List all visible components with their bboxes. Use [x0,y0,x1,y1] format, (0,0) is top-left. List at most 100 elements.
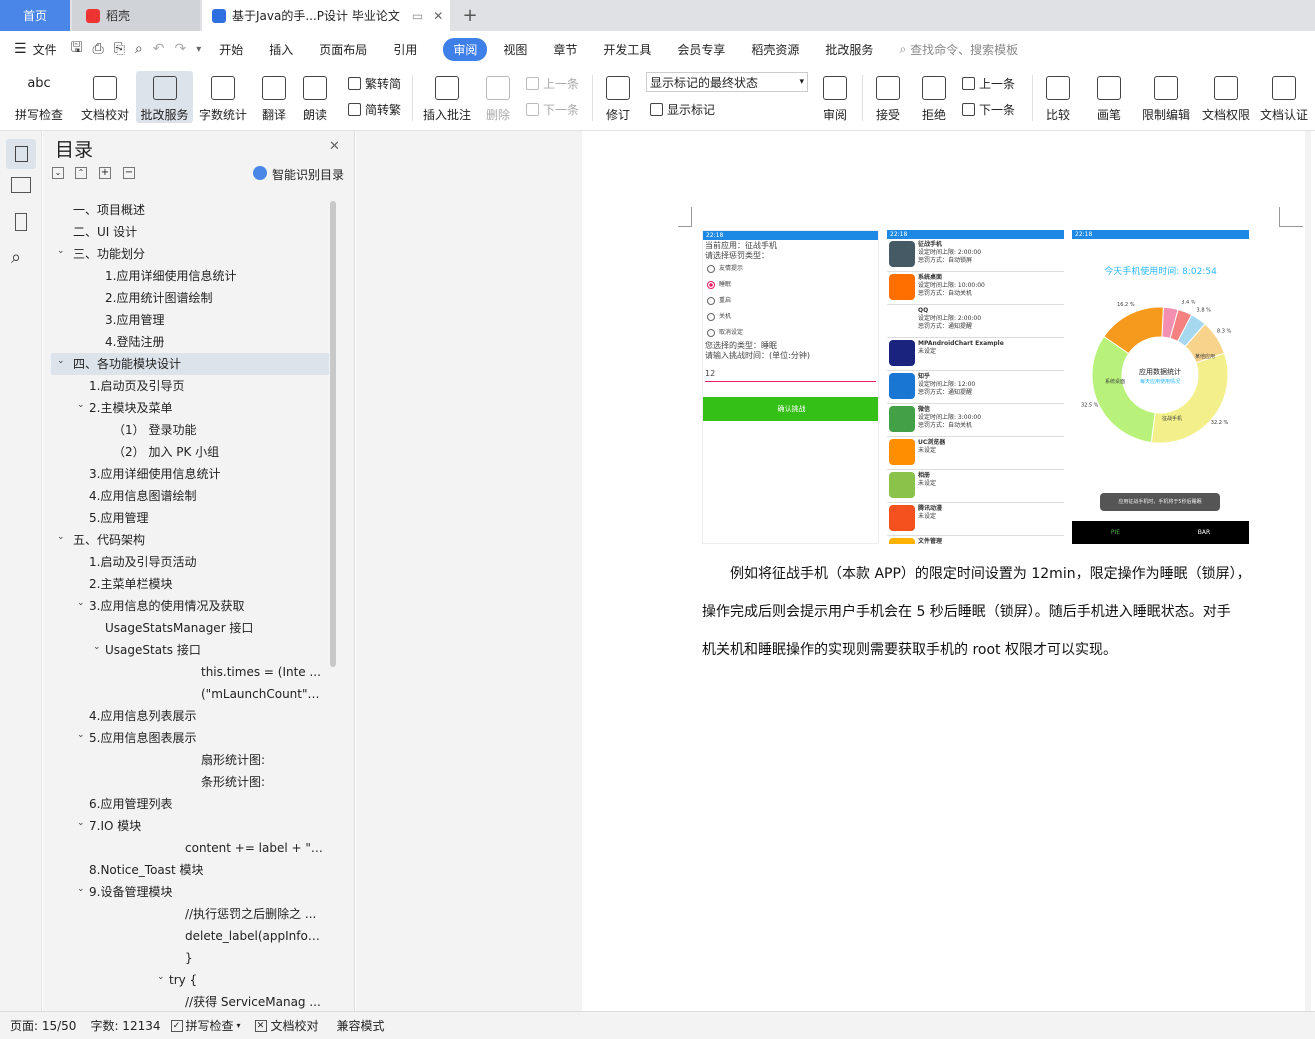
toc-item[interactable]: 扇形统计图: [201,749,265,771]
app-list-item[interactable]: UC浏览器 未设定 [887,437,1064,470]
toc-expand-icon[interactable]: ⌄ [77,884,87,894]
smart-toc-button[interactable]: 智能识别目录 [272,166,344,183]
toc-expand-icon[interactable]: ⌄ [57,246,67,256]
chapter-nav-icon[interactable] [11,177,31,193]
toc-item[interactable]: 二、UI 设计 [73,221,137,243]
doc-auth-button[interactable]: 文档认证 [1256,71,1312,123]
doc-permission-button[interactable]: 文档权限 [1198,71,1254,123]
print-icon[interactable]: ⎘ [114,41,125,57]
app-list-item[interactable]: MPAndroidChart Example 未设定 [887,338,1064,371]
menu-correction[interactable]: 批改服务 [825,41,873,58]
toc-item[interactable]: （2） 加入 PK 小组 [113,441,219,463]
app-list-item[interactable]: 腾讯动漫 未设定 [887,503,1064,536]
confirm-challenge-button[interactable]: 确认挑战 [703,397,878,421]
expand-level-icon[interactable]: ⌃ [75,167,87,179]
save-icon[interactable]: 🖫 [71,37,83,61]
spell-check-status[interactable]: ✓ 拼写检查 ▾ [170,1017,241,1034]
app-list-item[interactable]: 相册 未设定 [887,470,1064,503]
toc-expand-icon[interactable]: ⌄ [93,642,103,652]
toc-item[interactable]: } [185,947,193,969]
page-indicator[interactable]: 页面: 15/50 [10,1017,76,1034]
restrict-editing-button[interactable]: 限制编辑 [1138,71,1194,123]
read-aloud-button[interactable]: 朗读 [298,71,332,123]
tab-document[interactable]: 基于Java的手...P设计 毕业论文 ▭ ✕ [202,0,450,31]
menu-layout[interactable]: 页面布局 [319,41,367,58]
bookmark-icon[interactable] [15,213,27,231]
translate-button[interactable]: 翻译 [254,71,294,123]
toc-scrollbar[interactable] [330,201,336,667]
toc-item[interactable]: 3.应用信息的使用情况及获取 [89,595,244,617]
accept-button[interactable]: 接受 [868,71,908,123]
penalty-radio-option[interactable]: 取消设定 [705,325,876,341]
toc-item[interactable]: 2.应用统计图谱绘制 [105,287,212,309]
menu-file[interactable]: 文件 [33,41,57,58]
app-list-item[interactable]: 系统桌面 设定时间上限: 10:00:00 惩罚方式：自动关机 [887,272,1064,305]
penalty-radio-option[interactable]: 重启 [705,293,876,309]
delete-comment-button[interactable]: 删除 [480,71,516,123]
tab-float-icon[interactable]: ▭ [412,9,423,23]
toc-item[interactable]: （1） 登录功能 [113,419,196,441]
export-pdf-icon[interactable]: ⎙ [93,41,104,57]
toc-item[interactable]: //获得 ServiceManag ... [185,991,321,1011]
prev-change-button[interactable]: 上一条 [962,75,1015,92]
toc-item[interactable]: 1.启动及引导页活动 [89,551,196,573]
toc-item[interactable]: 2.主模块及菜单 [89,397,172,419]
find-icon[interactable]: ⌕ [11,247,31,268]
pen-button[interactable]: 画笔 [1090,71,1128,123]
print-preview-icon[interactable]: ⌕ [135,41,143,57]
toc-item[interactable]: 4.登陆注册 [105,331,164,353]
menu-devtools[interactable]: 开发工具 [603,41,651,58]
word-count-button[interactable]: 字数统计 [196,71,250,123]
toc-item[interactable]: 3.应用管理 [105,309,164,331]
toc-item[interactable]: 3.应用详细使用信息统计 [89,463,220,485]
trad-to-simp-button[interactable]: 繁转简 [348,75,401,92]
show-markup-button[interactable]: 显示标记 [650,101,715,118]
simp-to-trad-button[interactable]: 简转繁 [348,101,401,118]
app-list-item[interactable]: 文件管理 [887,536,1064,544]
penalty-radio-option[interactable]: 睡眠 [705,277,876,293]
toc-expand-icon[interactable]: ⌄ [77,598,87,608]
toc-item[interactable]: 1.启动页及引导页 [89,375,184,397]
review-pane-button[interactable]: 审阅 [815,71,855,123]
bar-tab[interactable]: BAR [1198,529,1210,536]
toc-item[interactable]: 2.主菜单栏模块 [89,573,172,595]
toc-item[interactable]: 三、功能划分 [73,243,145,265]
penalty-radio-option[interactable]: 关机 [705,309,876,325]
menu-view[interactable]: 视图 [503,41,527,58]
reject-button[interactable]: 拒绝 [914,71,954,123]
menu-home[interactable]: 开始 [219,41,243,58]
insert-comment-button[interactable]: 插入批注 [420,71,474,123]
toc-item[interactable]: 8.Notice_Toast 模块 [89,859,204,881]
menu-insert[interactable]: 插入 [269,41,293,58]
more-icon[interactable]: ▾ [196,44,201,55]
toc-item[interactable]: 条形统计图: [201,771,265,793]
toc-item[interactable]: 四、各功能模块设计 [73,353,181,375]
toc-expand-icon[interactable]: ⌄ [77,730,87,740]
toc-item[interactable]: content += label + " ... [185,837,323,859]
menu-reference[interactable]: 引用 [393,41,417,58]
menu-member[interactable]: 会员专享 [677,41,725,58]
challenge-time-input[interactable]: 12 [705,367,876,382]
menu-section[interactable]: 章节 [553,41,577,58]
toc-item[interactable]: //执行惩罚之后删除之 ... [185,903,316,925]
toc-expand-icon[interactable]: ⌄ [77,818,87,828]
compare-button[interactable]: 比较 [1038,71,1078,123]
toc-item[interactable]: 4.应用信息图谱绘制 [89,485,196,507]
toc-item[interactable]: ("mLaunchCount") ... [201,683,323,705]
toc-item[interactable]: 1.应用详细使用信息统计 [105,265,236,287]
markup-state-select[interactable]: 显示标记的最终状态 ▾ [646,72,808,92]
tab-close-icon[interactable]: ✕ [433,9,443,23]
redo-icon[interactable]: ↷ [175,41,187,57]
toc-expand-icon[interactable]: ⌄ [157,972,167,982]
toc-item[interactable]: 7.IO 模块 [89,815,141,837]
tab-docer[interactable]: 稻壳 [72,0,200,31]
pie-tab[interactable]: PIE [1111,529,1120,536]
toc-item[interactable]: 五、代码架构 [73,529,145,551]
expand-all-icon[interactable]: + [99,167,111,179]
undo-icon[interactable]: ↶ [153,41,165,57]
tab-home[interactable]: 首页 [0,0,70,31]
outline-tab[interactable] [6,139,36,169]
word-count[interactable]: 字数: 12134 [90,1017,160,1034]
track-changes-button[interactable]: 修订 [598,71,638,123]
close-icon[interactable]: ✕ [329,139,340,154]
